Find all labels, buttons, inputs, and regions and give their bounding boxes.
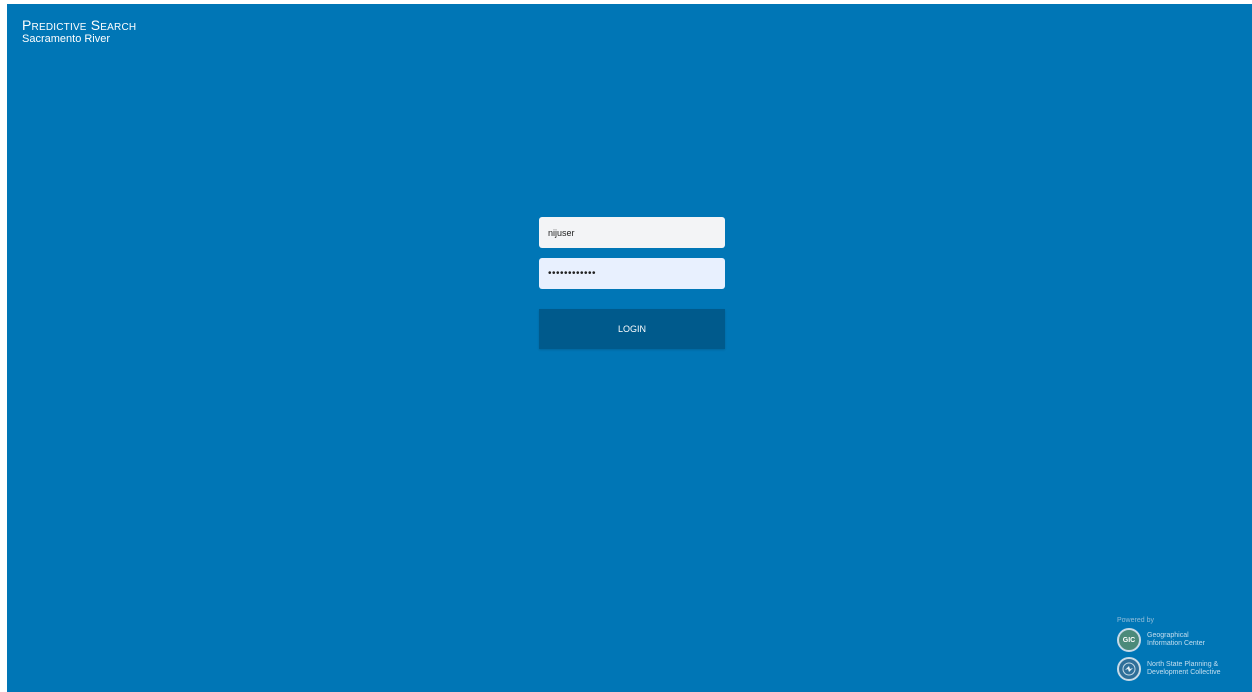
username-input[interactable] <box>539 217 725 248</box>
login-page: Predictive Search Sacramento River LOGIN… <box>7 4 1252 692</box>
app-subtitle: Sacramento River <box>22 33 111 45</box>
nspdc-brand: North State Planning & Development Colle… <box>1117 657 1249 681</box>
nspdc-brand-line1: North State Planning & <box>1147 661 1219 668</box>
password-input[interactable] <box>539 258 725 289</box>
gic-brand: GIC Geographical Information Center <box>1117 628 1249 652</box>
gic-brand-line2: Information Center <box>1147 640 1205 647</box>
gic-brand-text: Geographical Information Center <box>1147 632 1205 648</box>
app-header: Predictive Search Sacramento River <box>22 17 136 46</box>
login-button[interactable]: LOGIN <box>539 309 725 349</box>
login-form: LOGIN <box>539 217 725 349</box>
nspdc-logo-icon <box>1117 657 1141 681</box>
powered-by-label: Powered by <box>1117 617 1154 624</box>
app-title: Predictive Search <box>22 17 137 33</box>
nspdc-brand-line2: Development Collective <box>1147 669 1221 676</box>
nspdc-brand-text: North State Planning & Development Colle… <box>1147 661 1221 677</box>
powered-by-footer: Powered by GIC Geographical Information … <box>1117 616 1249 681</box>
gic-logo-icon: GIC <box>1117 628 1141 652</box>
nspdc-logo-glyph <box>1122 662 1136 676</box>
gic-brand-line1: Geographical <box>1147 632 1189 639</box>
